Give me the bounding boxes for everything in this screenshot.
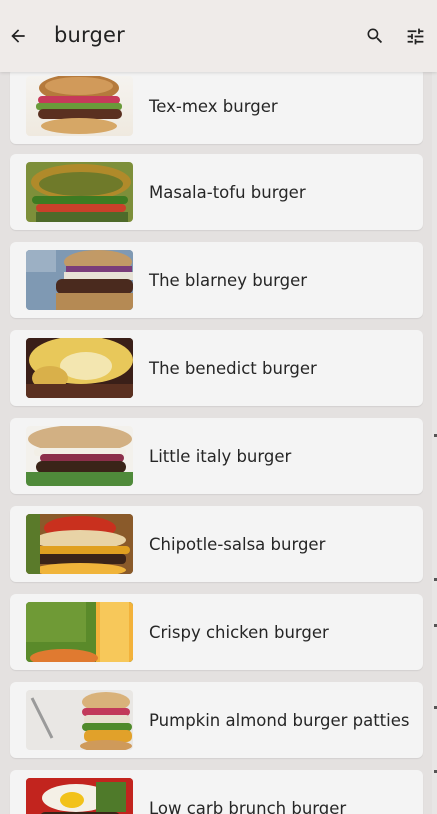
recipe-card[interactable]: Pumpkin almond burger patties: [10, 682, 423, 758]
recipe-thumbnail: [26, 690, 133, 750]
search-button[interactable]: [361, 22, 389, 50]
recipe-card[interactable]: The benedict burger: [10, 330, 423, 406]
recipe-thumbnail: [26, 514, 133, 574]
recipe-card[interactable]: Masala-tofu burger: [10, 154, 423, 230]
recipe-title: Masala-tofu burger: [149, 182, 306, 202]
recipe-title: The benedict burger: [149, 358, 317, 378]
recipe-card[interactable]: Low carb brunch burger: [10, 770, 423, 814]
recipe-card[interactable]: Little italy burger: [10, 418, 423, 494]
arrow-back-icon: [11, 29, 25, 43]
recipe-card[interactable]: Chipotle-salsa burger: [10, 506, 423, 582]
recipe-thumbnail: [26, 76, 133, 136]
recipe-title: Pumpkin almond burger patties: [149, 710, 410, 730]
recipe-thumbnail: [26, 602, 133, 662]
recipe-thumbnail: [26, 250, 133, 310]
tune-icon: [407, 28, 423, 44]
scrollbar[interactable]: [432, 72, 437, 814]
app-bar: burger: [0, 0, 437, 72]
recipe-title: The blarney burger: [149, 270, 308, 290]
recipe-thumbnail: [26, 162, 133, 222]
recipe-thumbnail: [26, 338, 133, 398]
filter-button[interactable]: [401, 22, 429, 50]
recipe-thumbnail: [26, 778, 133, 814]
recipe-title: Crispy chicken burger: [149, 622, 329, 642]
back-button[interactable]: [4, 22, 32, 50]
recipe-title: Chipotle-salsa burger: [149, 534, 326, 554]
search-icon: [367, 28, 383, 44]
search-query-title: burger: [54, 23, 125, 47]
recipe-card[interactable]: The blarney burger: [10, 242, 423, 318]
recipe-card[interactable]: Tex-mex burger: [10, 72, 423, 144]
recipe-thumbnail: [26, 426, 133, 486]
recipe-title: Low carb brunch burger: [149, 798, 347, 814]
recipe-card[interactable]: Crispy chicken burger: [10, 594, 423, 670]
recipe-title: Little italy burger: [149, 446, 292, 466]
recipe-title: Tex-mex burger: [149, 96, 278, 116]
recipe-results-list[interactable]: Tex-mex burger Masala-tofu burger The bl…: [0, 72, 432, 814]
